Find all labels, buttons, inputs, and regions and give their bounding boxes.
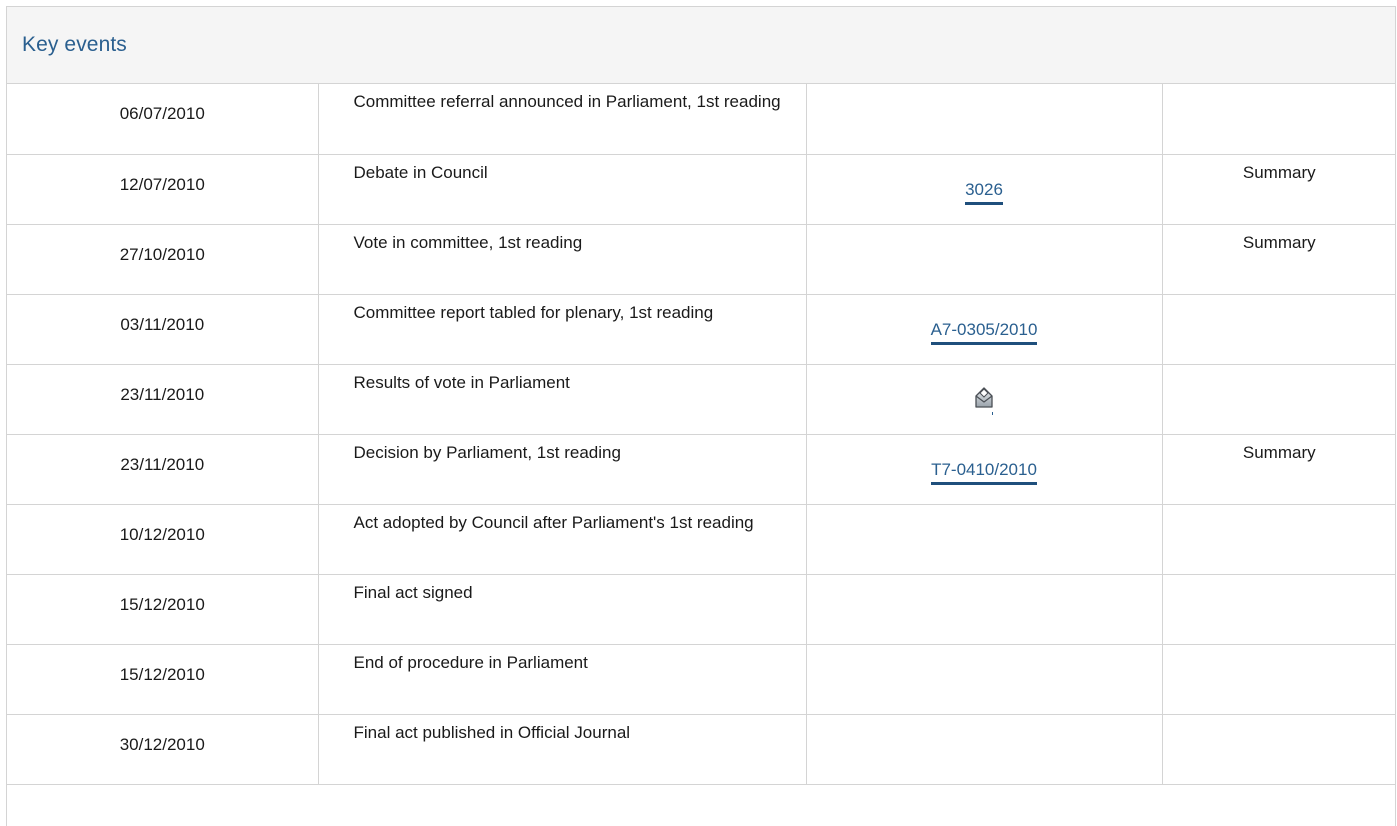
event-summary-cell xyxy=(1162,294,1396,365)
event-document-cell: T7-0410/2010 xyxy=(806,434,1163,505)
document-link[interactable]: T7-0410/2010 xyxy=(931,459,1037,485)
event-description: End of procedure in Parliament xyxy=(318,644,807,715)
event-date: 12/07/2010 xyxy=(7,154,319,225)
event-row: 23/11/2010 Results of vote in Parliament xyxy=(7,364,1396,435)
event-description: Final act signed xyxy=(318,574,807,645)
event-summary-cell xyxy=(1162,84,1396,155)
event-document-cell: 3026 xyxy=(806,154,1163,225)
event-date: 03/11/2010 xyxy=(7,294,319,365)
event-description: Decision by Parliament, 1st reading xyxy=(318,434,807,505)
event-summary-cell xyxy=(1162,504,1396,575)
event-document-cell: A7-0305/2010 xyxy=(806,294,1163,365)
event-description: Committee referral announced in Parliame… xyxy=(318,84,807,155)
event-description: Debate in Council xyxy=(318,154,807,225)
event-row: 10/12/2010 Act adopted by Council after P… xyxy=(7,504,1396,575)
key-events-panel: Key events 06/07/2010 Committee referral … xyxy=(6,6,1396,826)
event-date: 15/12/2010 xyxy=(7,574,319,645)
document-link[interactable]: 3026 xyxy=(965,179,1003,205)
event-date: 15/12/2010 xyxy=(7,644,319,715)
key-events-table: 06/07/2010 Committee referral announced i… xyxy=(7,84,1396,785)
summary-label[interactable]: Summary xyxy=(1243,441,1316,465)
event-date: 10/12/2010 xyxy=(7,504,319,575)
event-date: 27/10/2010 xyxy=(7,224,319,295)
event-row: 27/10/2010 Vote in committee, 1st reading… xyxy=(7,224,1396,295)
event-row: 15/12/2010 Final act signed xyxy=(7,574,1396,645)
event-summary-cell: Summary xyxy=(1162,224,1396,295)
event-row: 06/07/2010 Committee referral announced i… xyxy=(7,84,1396,155)
event-row: 03/11/2010 Committee report tabled for pl… xyxy=(7,294,1396,365)
event-summary-cell xyxy=(1162,364,1396,435)
event-row: 23/11/2010 Decision by Parliament, 1st re… xyxy=(7,434,1396,505)
event-description: Act adopted by Council after Parliament'… xyxy=(318,504,807,575)
summary-label[interactable]: Summary xyxy=(1243,231,1316,255)
events-table-body: 06/07/2010 Committee referral announced i… xyxy=(7,84,1396,785)
event-description: Results of vote in Parliament xyxy=(318,364,807,435)
event-description: Final act published in Official Journal xyxy=(318,714,807,785)
event-document-cell xyxy=(806,644,1163,715)
panel-title: Key events xyxy=(22,33,127,56)
event-summary-cell xyxy=(1162,574,1396,645)
event-description: Committee report tabled for plenary, 1st… xyxy=(318,294,807,365)
event-row: 30/12/2010 Final act published in Officia… xyxy=(7,714,1396,785)
event-row: 12/07/2010 Debate in Council 3026 Summary xyxy=(7,154,1396,225)
event-date: 06/07/2010 xyxy=(7,84,319,155)
event-document-cell xyxy=(806,224,1163,295)
event-document-cell xyxy=(806,714,1163,785)
event-date: 23/11/2010 xyxy=(7,364,319,435)
event-date: 23/11/2010 xyxy=(7,434,319,505)
event-date: 30/12/2010 xyxy=(7,714,319,785)
document-link[interactable]: A7-0305/2010 xyxy=(930,319,1038,345)
panel-header: Key events xyxy=(7,7,1395,84)
summary-label[interactable]: Summary xyxy=(1243,161,1316,185)
event-summary-cell: Summary xyxy=(1162,434,1396,505)
event-document-cell xyxy=(806,84,1163,155)
event-document-cell xyxy=(806,364,1163,435)
event-summary-cell xyxy=(1162,714,1396,785)
ballot-box-icon[interactable] xyxy=(973,385,995,415)
event-document-cell xyxy=(806,504,1163,575)
event-document-cell xyxy=(806,574,1163,645)
event-row: 15/12/2010 End of procedure in Parliament xyxy=(7,644,1396,715)
event-description: Vote in committee, 1st reading xyxy=(318,224,807,295)
event-summary-cell xyxy=(1162,644,1396,715)
event-summary-cell: Summary xyxy=(1162,154,1396,225)
